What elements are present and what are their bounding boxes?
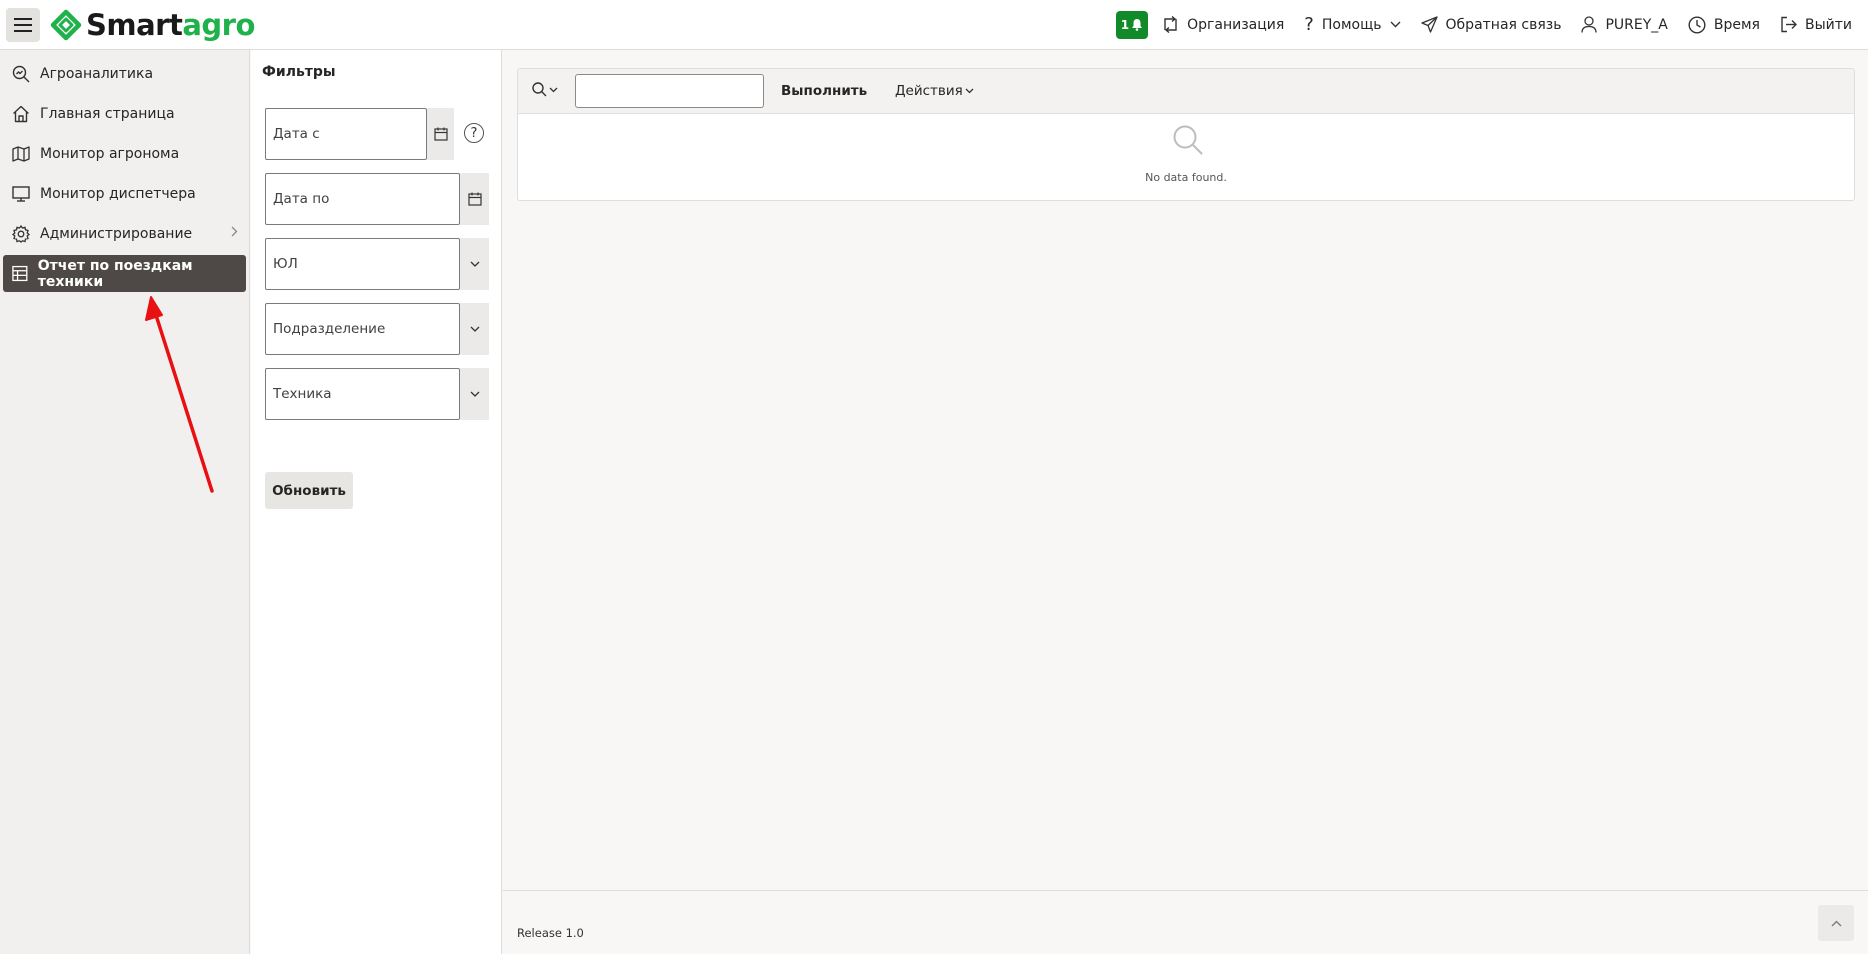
sidebar-item-administration[interactable]: Администрирование: [3, 215, 246, 252]
organization-link[interactable]: Организация: [1152, 0, 1294, 49]
gear-icon: [12, 224, 30, 243]
logo-text: Smartagro: [86, 7, 255, 42]
map-icon: [12, 145, 30, 162]
chevron-down-icon: [470, 326, 479, 332]
app-logo[interactable]: Smartagro: [50, 8, 255, 42]
machinery-select[interactable]: Техника: [265, 368, 460, 420]
feedback-link[interactable]: Обратная связь: [1411, 0, 1572, 49]
report-region: Выполнить Действия No data found.: [517, 68, 1855, 201]
date-from-placeholder: Дата с: [273, 126, 320, 142]
chevron-right-icon: [231, 226, 238, 237]
division-select[interactable]: Подразделение: [265, 303, 460, 355]
page-footer: Release 1.0: [503, 890, 1868, 954]
user-name: PUREY_A: [1605, 16, 1668, 33]
question-icon: ?: [1304, 14, 1314, 35]
help-label: Помощь: [1321, 16, 1382, 33]
sidebar-item-label: Монитор агронома: [40, 145, 180, 162]
chevron-down-icon: [470, 391, 479, 397]
logo-icon: [50, 9, 82, 40]
main-content: Выполнить Действия No data found. Releas…: [503, 50, 1868, 954]
machinery-placeholder: Техника: [273, 386, 332, 402]
chevron-up-icon: [1831, 920, 1841, 926]
scroll-to-top-button[interactable]: [1818, 905, 1854, 941]
filters-panel: Фильтры Дата с ? Дата по ЮЛ Подразделени…: [251, 50, 502, 954]
release-label: Release 1.0: [517, 926, 584, 940]
sidebar-item-dispatcher-monitor[interactable]: Монитор диспетчера: [3, 175, 246, 212]
no-data-message: No data found.: [1145, 171, 1227, 184]
time-label: Время: [1713, 16, 1760, 33]
table-icon: [12, 265, 28, 282]
legal-entity-placeholder: ЮЛ: [273, 256, 298, 272]
sidebar-item-label: Монитор диспетчера: [40, 185, 196, 202]
no-data-area: No data found.: [518, 114, 1854, 200]
sidebar-nav: Агроаналитика Главная страница Монитор а…: [0, 50, 250, 954]
notification-count: 1: [1120, 17, 1130, 32]
sidebar-item-label: Агроаналитика: [40, 65, 154, 82]
refresh-button[interactable]: Обновить: [265, 472, 353, 509]
feedback-label: Обратная связь: [1445, 16, 1562, 33]
sidebar-item-agroanalytics[interactable]: Агроаналитика: [3, 55, 246, 92]
menu-toggle-button[interactable]: [6, 7, 40, 42]
sidebar-item-label: Главная страница: [40, 105, 175, 122]
search-icon: [532, 82, 547, 97]
calendar-icon: [433, 127, 448, 141]
bell-icon: [1132, 19, 1143, 31]
user-icon: [1581, 16, 1598, 33]
search-chart-icon: [12, 65, 30, 82]
sidebar-item-agronomist-monitor[interactable]: Монитор агронома: [3, 135, 246, 172]
chevron-down-icon: [1390, 21, 1401, 28]
help-menu[interactable]: ? Помощь: [1294, 0, 1410, 49]
sidebar-item-home[interactable]: Главная страница: [3, 95, 246, 132]
logout-label: Выйти: [1804, 16, 1852, 33]
machinery-dropdown-button[interactable]: [460, 368, 489, 420]
date-from-calendar-button[interactable]: [427, 108, 454, 160]
filters-title: Фильтры: [262, 64, 336, 80]
chevron-down-icon: [470, 261, 479, 267]
search-icon: [1173, 125, 1203, 155]
division-placeholder: Подразделение: [273, 321, 386, 337]
date-to-placeholder: Дата по: [273, 191, 330, 207]
legal-entity-dropdown-button[interactable]: [460, 238, 489, 290]
date-from-field[interactable]: Дата с: [265, 108, 427, 160]
organization-label: Организация: [1187, 16, 1285, 33]
legal-entity-select[interactable]: ЮЛ: [265, 238, 460, 290]
paper-plane-icon: [1420, 16, 1438, 33]
user-menu[interactable]: PUREY_A: [1571, 0, 1677, 49]
chevron-down-icon: [965, 88, 974, 94]
swap-icon: [1164, 16, 1177, 33]
logout-icon: [1781, 16, 1797, 33]
division-dropdown-button[interactable]: [460, 303, 489, 355]
date-to-calendar-button[interactable]: [460, 173, 489, 225]
search-column-menu[interactable]: [532, 82, 558, 97]
report-search-input[interactable]: [575, 74, 764, 108]
help-icon[interactable]: ?: [464, 123, 484, 143]
notifications-button[interactable]: 1: [1115, 10, 1149, 39]
report-toolbar: Выполнить Действия: [518, 69, 1854, 114]
go-button[interactable]: Выполнить: [781, 83, 867, 99]
app-header: Smartagro 1 Организация ? Помощь Обратна…: [0, 0, 1868, 50]
calendar-icon: [467, 192, 482, 206]
header-nav: 1 Организация ? Помощь Обратная связь PU…: [1115, 0, 1868, 49]
time-link[interactable]: Время: [1678, 0, 1770, 49]
hamburger-icon: [14, 17, 32, 32]
logout-link[interactable]: Выйти: [1770, 0, 1862, 49]
monitor-icon: [12, 185, 30, 202]
actions-label: Действия: [895, 83, 963, 99]
clock-icon: [1688, 15, 1706, 34]
sidebar-item-label: Отчет по поездкам техники: [37, 257, 193, 290]
date-to-field[interactable]: Дата по: [265, 173, 460, 225]
home-icon: [13, 105, 29, 122]
actions-menu-button[interactable]: Действия: [895, 83, 974, 99]
sidebar-item-machinery-trips-report[interactable]: Отчет по поездкам техники: [3, 255, 246, 292]
sidebar-item-label: Администрирование: [40, 225, 193, 242]
chevron-down-icon: [549, 87, 558, 92]
